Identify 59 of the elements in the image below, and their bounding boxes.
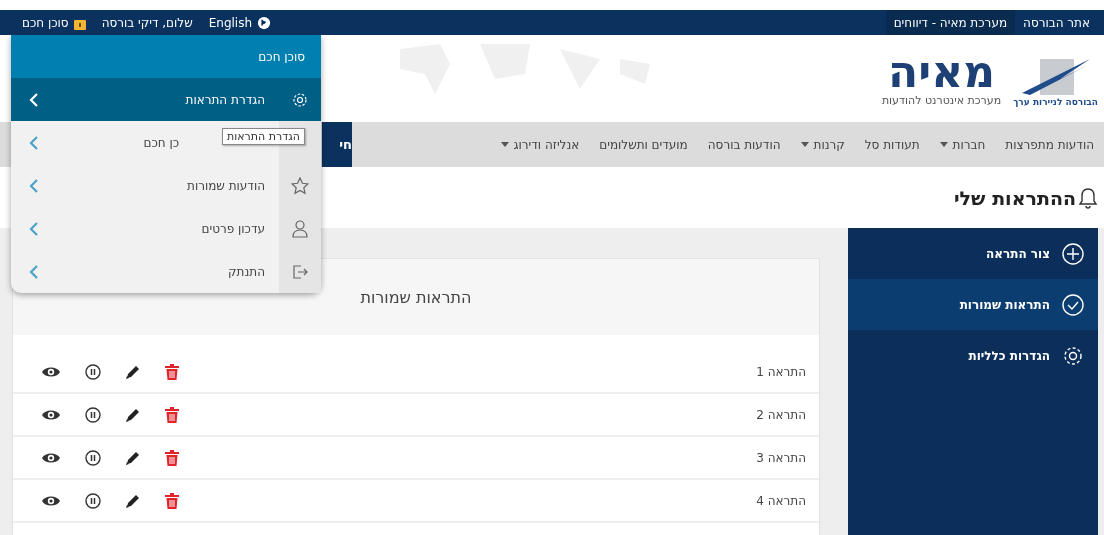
plus-circle-icon bbox=[1062, 242, 1084, 265]
chevron-icon bbox=[29, 135, 38, 150]
pause-icon[interactable] bbox=[85, 406, 101, 423]
bell-icon bbox=[1078, 186, 1098, 209]
chevron-icon bbox=[29, 178, 38, 193]
greeting: שלום, דיקי בורסה bbox=[100, 14, 194, 32]
card-title: התראות שמורות bbox=[360, 287, 472, 307]
chevron-icon bbox=[29, 92, 38, 107]
pencil-icon[interactable] bbox=[125, 363, 141, 380]
menu-item[interactable]: הגדרת התראות bbox=[11, 78, 321, 121]
settings-icon bbox=[1062, 344, 1084, 367]
pause-icon[interactable] bbox=[85, 363, 101, 380]
check-circle-icon bbox=[1062, 293, 1084, 316]
top-link[interactable]: מערכת מאיה - דיווחים bbox=[885, 10, 1016, 35]
caret-icon bbox=[500, 142, 509, 147]
smart-agent-link[interactable]: סוכן חכם bbox=[14, 10, 94, 35]
menu-title: סוכן חכם bbox=[258, 49, 305, 64]
menu-item[interactable]: עדכון פרטים bbox=[11, 207, 321, 250]
nav-item[interactable]: הודעות מתפרצות bbox=[995, 137, 1104, 152]
pencil-icon[interactable] bbox=[125, 406, 141, 423]
sidebar-item[interactable]: התראות שמורות bbox=[848, 279, 1098, 330]
nav-item[interactable]: תעודות סל bbox=[854, 137, 930, 152]
menu-item[interactable]: הודעות שמורות bbox=[11, 164, 321, 207]
alert-name: התראה 2 bbox=[756, 407, 806, 422]
trash-icon[interactable] bbox=[165, 363, 179, 380]
tooltip: הגדרת התראות bbox=[222, 128, 305, 145]
brand-name: מאיה bbox=[888, 50, 996, 94]
nav-item[interactable]: קרנות bbox=[790, 137, 855, 152]
nav-tab[interactable]: חי bbox=[322, 122, 352, 167]
caret-icon bbox=[800, 142, 809, 147]
pencil-icon[interactable] bbox=[125, 449, 141, 466]
chevron-icon bbox=[29, 264, 38, 279]
pause-icon[interactable] bbox=[85, 449, 101, 466]
brand-subtitle: מערכת אינטרנט להודעות bbox=[881, 94, 1002, 107]
alert-name: התראה 3 bbox=[756, 450, 806, 465]
menu-item[interactable]: התנתק bbox=[11, 250, 321, 293]
org-name: הבורסה לניירות ערך bbox=[1013, 97, 1098, 107]
logout-icon bbox=[292, 263, 308, 280]
alert-name: התראה 1 bbox=[756, 364, 806, 379]
trash-icon[interactable] bbox=[165, 492, 179, 509]
pencil-icon[interactable] bbox=[125, 492, 141, 509]
trash-icon[interactable] bbox=[165, 449, 179, 466]
nav-item[interactable]: מועדים ותשלומים bbox=[589, 137, 698, 152]
sidebar-item[interactable]: הגדרות כלליות bbox=[848, 330, 1098, 381]
settings-icon bbox=[292, 91, 308, 108]
language-link[interactable]: English bbox=[200, 10, 280, 35]
pause-icon[interactable] bbox=[85, 492, 101, 509]
chevron-icon bbox=[29, 221, 38, 236]
star-icon bbox=[291, 176, 309, 195]
trash-icon[interactable] bbox=[165, 406, 179, 423]
person-icon bbox=[292, 219, 308, 238]
caret-icon bbox=[939, 142, 948, 147]
nav-item[interactable]: חברות bbox=[929, 137, 996, 152]
nav-item[interactable]: הודעות בורסה bbox=[697, 137, 791, 152]
nav-item[interactable]: אנליזה ודירוג bbox=[490, 137, 590, 152]
alert-name: התראה 4 bbox=[756, 493, 806, 508]
page-title: ההתראות שלי bbox=[954, 186, 1076, 209]
sidebar-item[interactable]: צור התראה bbox=[848, 228, 1098, 279]
top-link[interactable]: אתר הבורסה bbox=[1015, 10, 1098, 35]
